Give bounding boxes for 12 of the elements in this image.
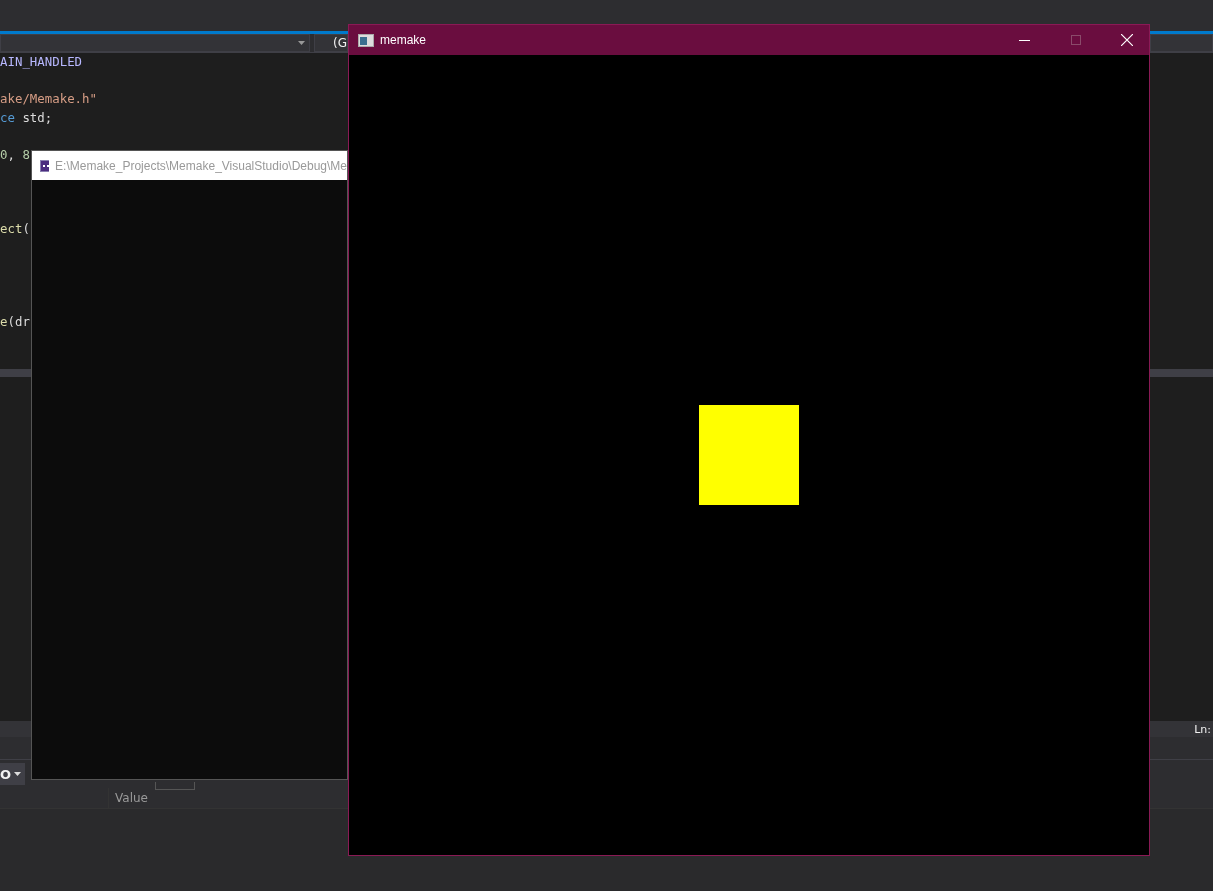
- code-line: ce std;: [0, 108, 53, 127]
- code-line: e(dr: [0, 313, 30, 332]
- column-header: Value: [114, 790, 148, 807]
- code-line: AIN_HANDLED: [0, 53, 83, 71]
- window-title: E:\Memake_Projects\Memake_VisualStudio\Debug\Me: [55, 158, 347, 173]
- search-dropdown[interactable]: O: [0, 763, 26, 785]
- scope-dropdown[interactable]: (G: [314, 34, 348, 52]
- window-title: memake: [380, 33, 427, 47]
- line-position: Ln:: [1194, 722, 1211, 736]
- code-line: 0, 8: [0, 145, 30, 164]
- code-line: ake/Memake.h": [0, 90, 97, 109]
- code-line: ect(: [0, 220, 30, 239]
